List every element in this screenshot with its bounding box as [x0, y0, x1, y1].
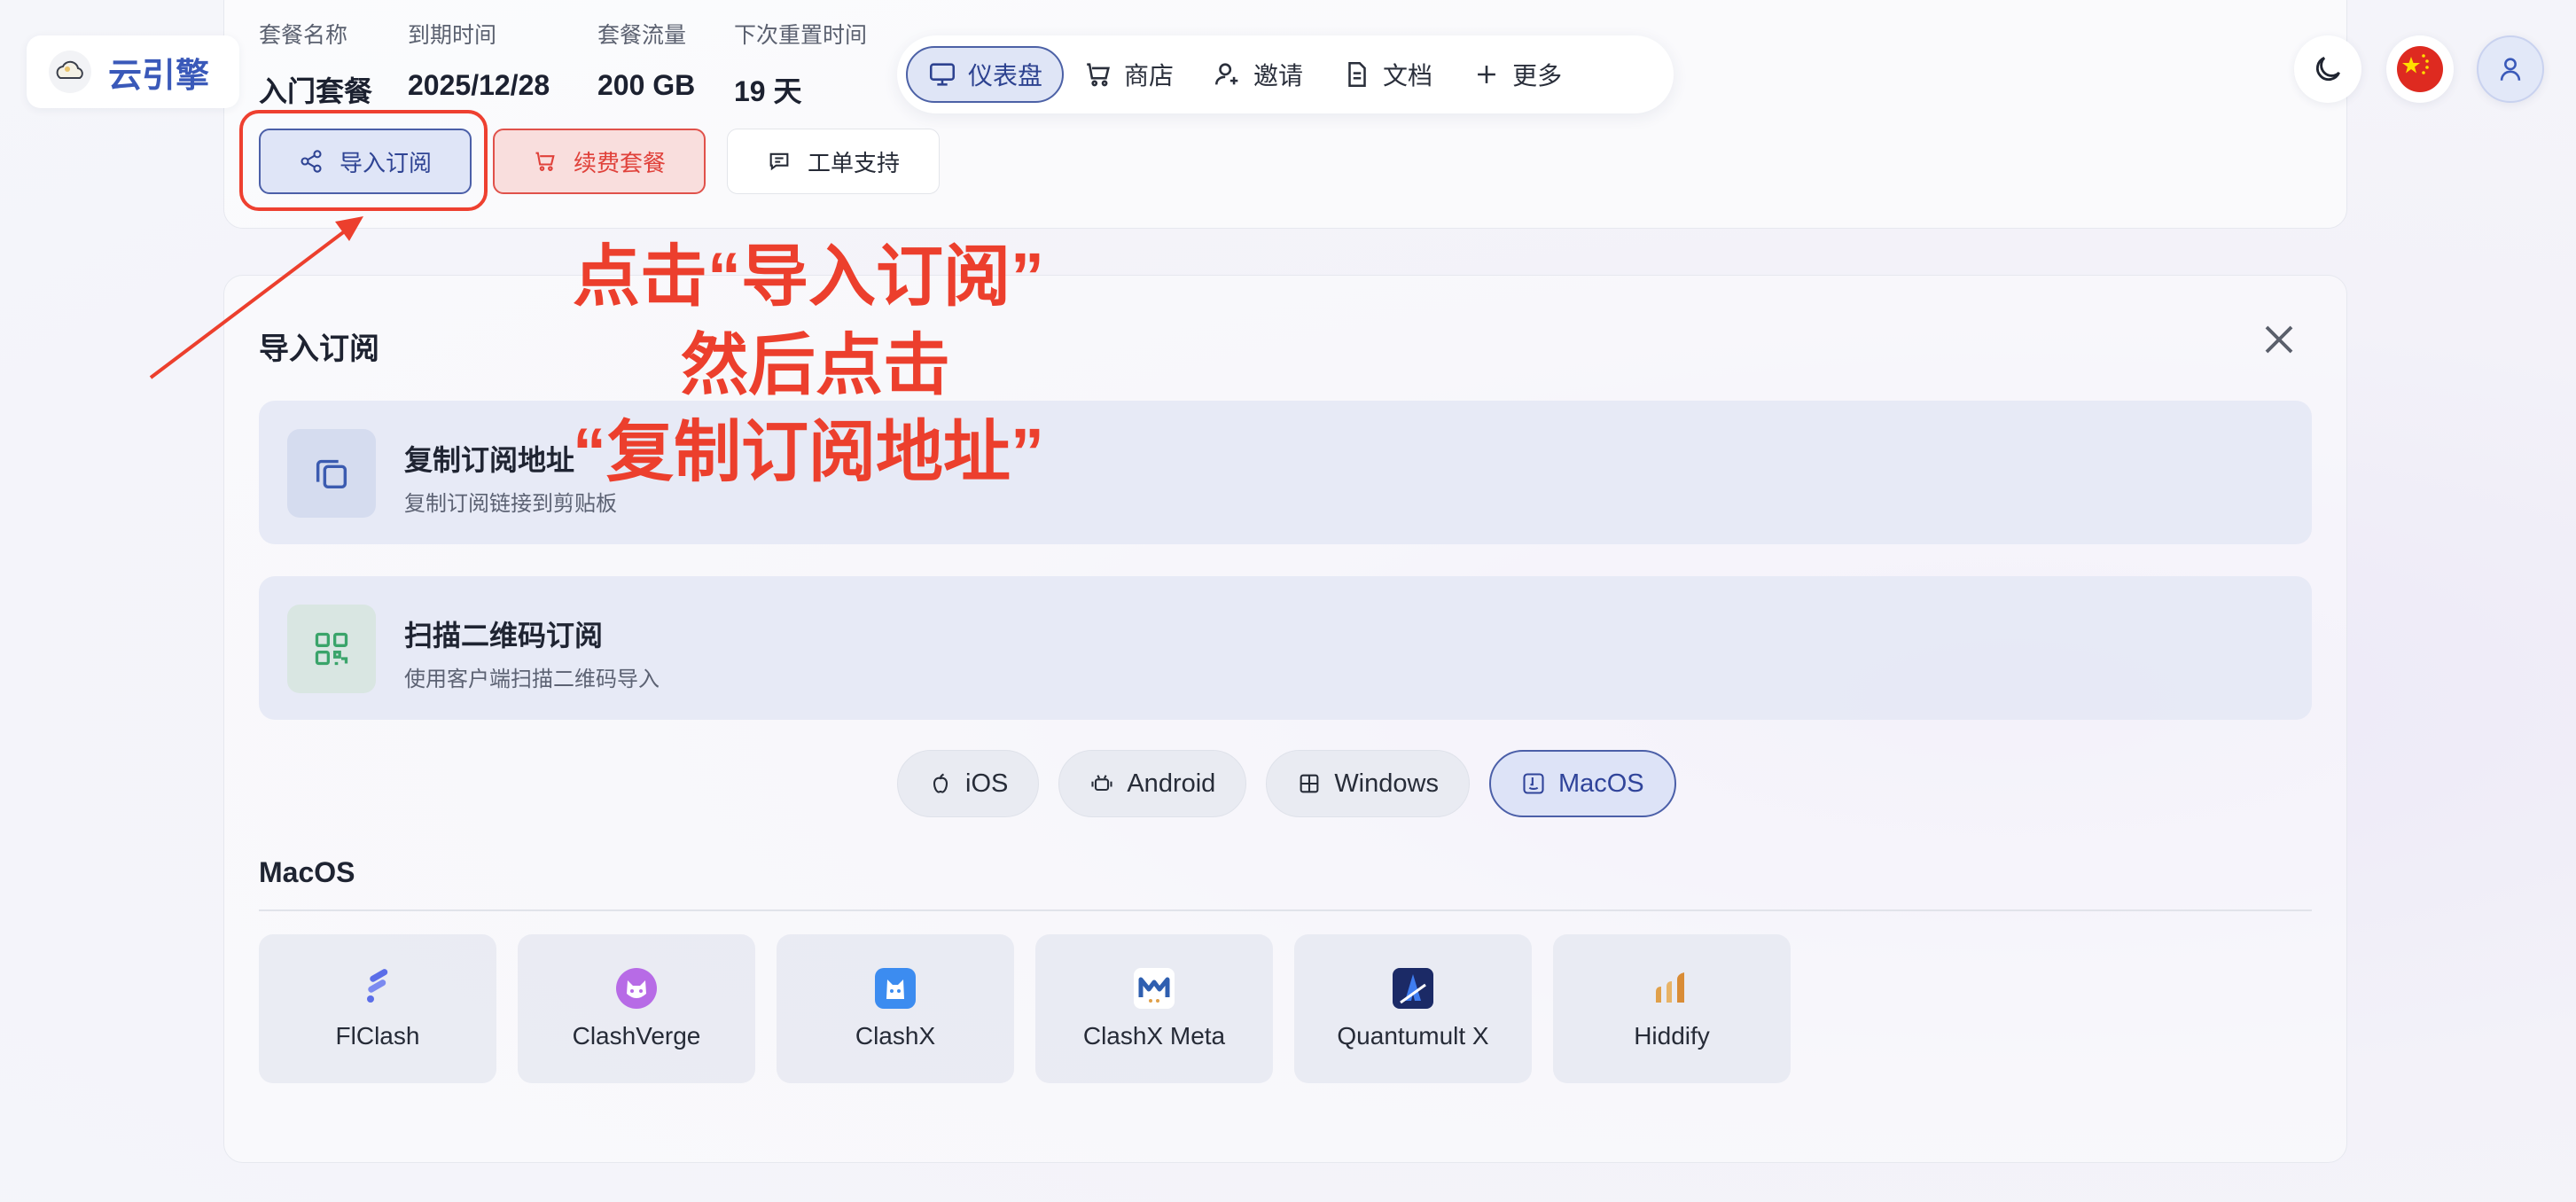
app-card-clashx-meta[interactable]: ClashX Meta: [1035, 934, 1273, 1083]
main-nav: 仪表盘 商店 邀请 文档 更多: [897, 35, 1674, 113]
tab-label: iOS: [965, 769, 1009, 798]
cart-icon: [535, 152, 555, 171]
copy-subscription-option[interactable]: 复制订阅地址 复制订阅链接到剪贴板: [259, 401, 2312, 544]
nav-dashboard[interactable]: 仪表盘: [906, 46, 1065, 103]
stat-label: 到期时间: [408, 23, 497, 48]
stat-label: 套餐名称: [259, 23, 348, 48]
macos-icon: [1523, 773, 1544, 794]
quantumultx-icon: [1392, 967, 1434, 1010]
monitor-icon: [929, 63, 956, 86]
user-avatar-button[interactable]: [2477, 35, 2544, 103]
nav-more[interactable]: 更多: [1452, 46, 1581, 103]
stat-traffic: 套餐流量 200 GB: [597, 18, 695, 102]
highlight-import-button: [239, 110, 488, 211]
brand-name: 云引擎: [108, 57, 210, 95]
button-label: 续费套餐: [573, 149, 666, 176]
nav-label: 更多: [1512, 62, 1563, 90]
message-icon: [769, 152, 789, 171]
os-tabs: iOS Android Windows MacOS: [897, 750, 1676, 817]
user-plus-icon: [1215, 63, 1238, 85]
document-icon: [1348, 61, 1366, 88]
china-flag-icon: [2397, 46, 2443, 92]
clashverge-icon: [615, 967, 658, 1010]
annotation-text-line3: “复制订阅地址”: [573, 415, 1044, 490]
app-card-hiddify[interactable]: Hiddify: [1553, 934, 1791, 1083]
nav-label: 商店: [1124, 62, 1175, 90]
cart-icon: [1087, 63, 1110, 87]
plus-icon: [1478, 66, 1495, 83]
tab-ios[interactable]: iOS: [897, 750, 1040, 817]
app-card-quantumultx[interactable]: Quantumult X: [1294, 934, 1532, 1083]
nav-label: 文档: [1383, 62, 1433, 90]
app-name: Hiddify: [1634, 1022, 1710, 1050]
hiddify-icon: [1651, 967, 1693, 1010]
option-icon-box: [287, 605, 376, 693]
app-name: ClashX Meta: [1082, 1022, 1226, 1050]
close-icon[interactable]: [2260, 321, 2298, 358]
app-card-flclash[interactable]: FlClash: [259, 934, 496, 1083]
app-list: FlClash ClashVerge ClashX ClashX Meta Qu…: [259, 934, 1791, 1083]
clashx-icon: [874, 967, 917, 1010]
stat-plan-name: 套餐名称 入门套餐: [259, 18, 372, 110]
app-name: ClashVerge: [572, 1022, 701, 1050]
annotation-text-line1: 点击“导入订阅”: [573, 239, 1044, 315]
nav-invite[interactable]: 邀请: [1193, 46, 1323, 103]
stat-value: 19 天: [734, 75, 802, 107]
stat-reset: 下次重置时间 19 天: [734, 18, 867, 110]
apple-icon: [933, 773, 948, 793]
cloud-logo-icon: [49, 51, 91, 93]
option-icon-box: [287, 429, 376, 518]
nav-shop[interactable]: 商店: [1064, 46, 1193, 103]
tab-android[interactable]: Android: [1058, 750, 1247, 817]
brand-logo[interactable]: 云引擎: [27, 35, 239, 108]
flclash-icon: [356, 967, 399, 1010]
tab-label: Android: [1127, 769, 1216, 798]
tab-label: MacOS: [1557, 769, 1644, 798]
tab-macos[interactable]: MacOS: [1488, 750, 1676, 817]
windows-icon: [1300, 774, 1319, 793]
app-card-clashx[interactable]: ClashX: [777, 934, 1014, 1083]
stat-value: 入门套餐: [259, 75, 373, 107]
user-icon: [2500, 58, 2521, 81]
option-title: 扫描二维码订阅: [404, 620, 604, 652]
panel-title: 导入订阅: [259, 332, 379, 366]
nav-label: 仪表盘: [968, 62, 1043, 90]
button-label: 工单支持: [807, 149, 900, 176]
scan-qrcode-option[interactable]: 扫描二维码订阅 使用客户端扫描二维码导入: [259, 576, 2312, 720]
option-subtitle: 使用客户端扫描二维码导入: [404, 667, 660, 691]
section-title: MacOS: [259, 856, 355, 888]
section-divider: [259, 909, 2312, 911]
renew-plan-button[interactable]: 续费套餐: [493, 129, 706, 194]
copy-icon: [316, 459, 347, 489]
theme-toggle-button[interactable]: [2294, 35, 2361, 103]
android-icon: [1091, 775, 1112, 792]
stat-label: 套餐流量: [597, 23, 687, 48]
tab-windows[interactable]: Windows: [1266, 750, 1470, 817]
app-name: ClashX: [855, 1022, 936, 1050]
app-card-clashverge[interactable]: ClashVerge: [518, 934, 755, 1083]
stat-label: 下次重置时间: [734, 23, 868, 48]
stat-value: 2025/12/28: [408, 69, 550, 101]
annotation-text-line2: 然后点击: [681, 328, 950, 403]
qrcode-icon: [315, 632, 348, 666]
stat-expiry: 到期时间 2025/12/28: [408, 18, 550, 102]
option-title: 复制订阅地址: [404, 444, 575, 476]
nav-label: 邀请: [1253, 62, 1304, 90]
nav-docs[interactable]: 文档: [1323, 46, 1452, 103]
app-name: FlClash: [335, 1022, 420, 1050]
tab-label: Windows: [1334, 769, 1439, 798]
ticket-support-button[interactable]: 工单支持: [727, 129, 940, 194]
moon-icon: [2315, 57, 2340, 82]
app-name: Quantumult X: [1337, 1022, 1489, 1050]
clashx-meta-icon: [1133, 967, 1175, 1010]
language-button[interactable]: [2386, 35, 2454, 103]
stat-value: 200 GB: [597, 69, 696, 101]
